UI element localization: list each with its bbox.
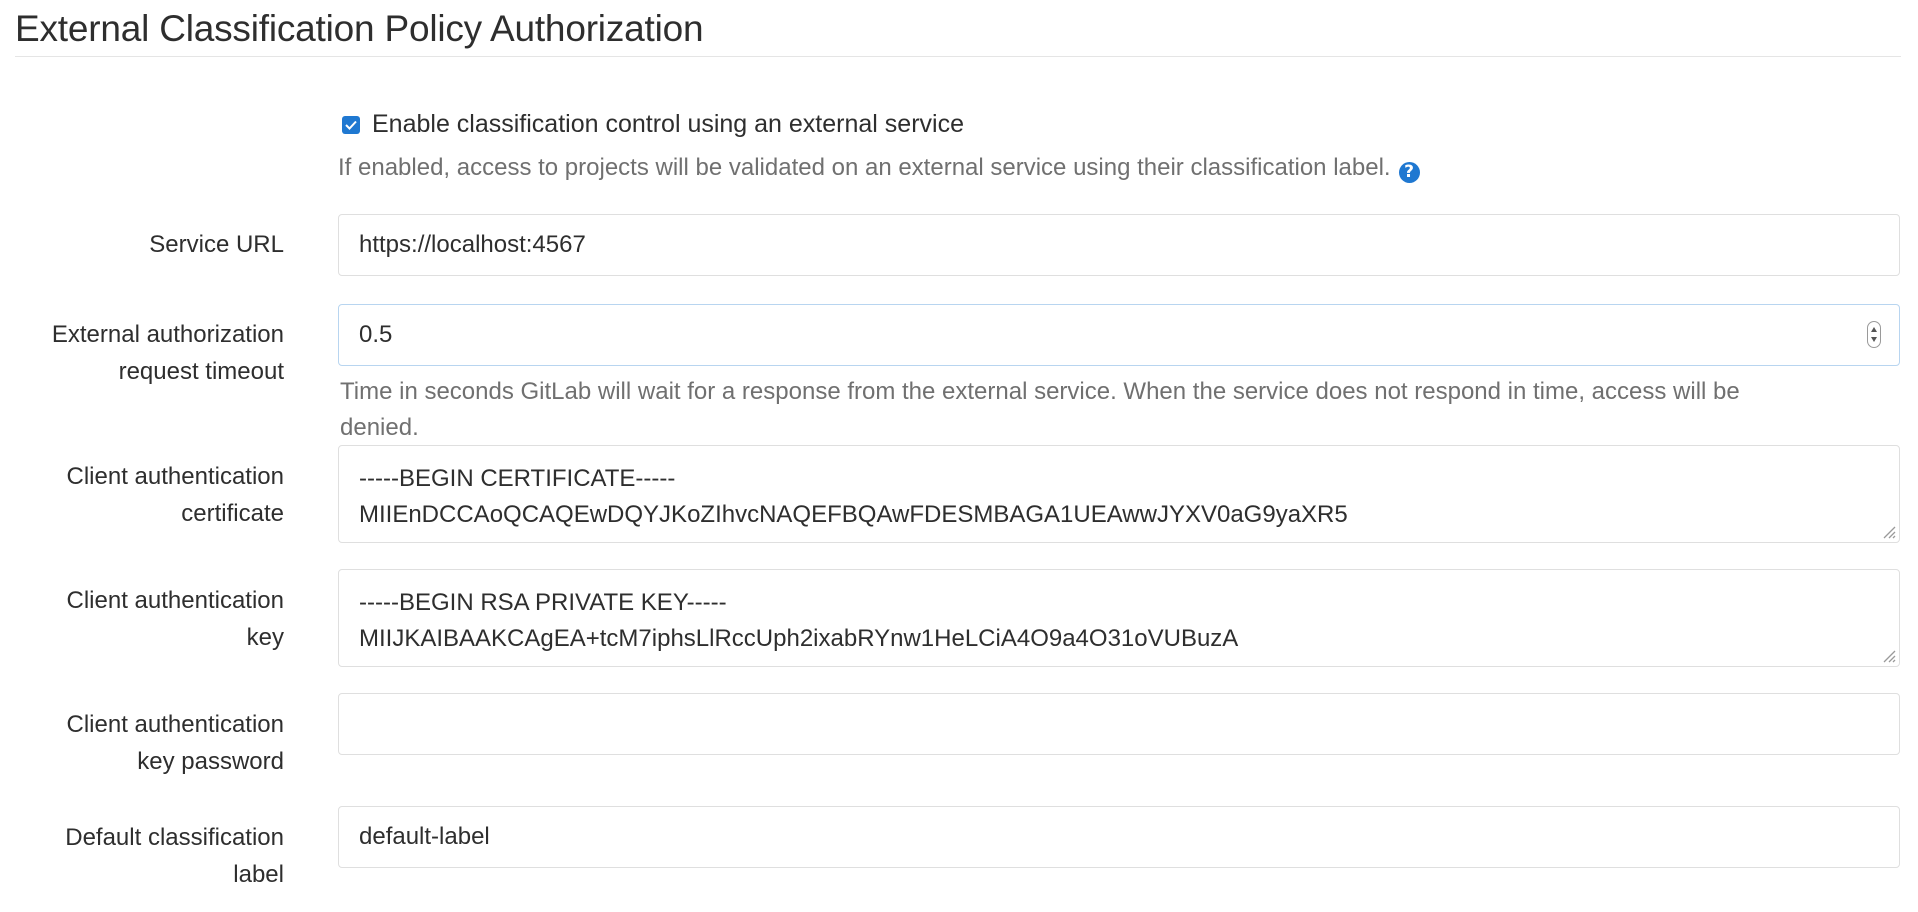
default-label-value: default-label — [359, 823, 490, 850]
key-line1: -----BEGIN RSA PRIVATE KEY----- — [359, 589, 727, 616]
certificate-label-line2: certificate — [181, 500, 284, 527]
stepper-down-icon[interactable] — [1871, 337, 1877, 342]
key-line2: MIIJKAIBAAKCAgEA+tcM7iphsLlRccUph2ixabRY… — [359, 625, 1239, 652]
check-icon — [345, 120, 357, 130]
question-circle-icon[interactable]: ? — [1398, 161, 1420, 183]
default-label-label-line2: label — [233, 861, 284, 888]
timeout-help-line1: Time in seconds GitLab will wait for a r… — [340, 378, 1740, 405]
service-url-value: https://localhost:4567 — [359, 231, 586, 258]
title-divider — [15, 56, 1901, 57]
certificate-line1: -----BEGIN CERTIFICATE----- — [359, 465, 676, 492]
certificate-label: Client authentication certificate — [67, 458, 284, 532]
key-label: Client authentication key — [67, 582, 284, 656]
service-url-input[interactable]: https://localhost:4567 — [338, 214, 1900, 276]
certificate-label-line1: Client authentication — [66, 463, 284, 490]
key-label-line1: Client authentication — [66, 587, 284, 614]
enable-classification-checkbox[interactable] — [342, 115, 360, 134]
timeout-stepper[interactable] — [1867, 321, 1881, 348]
resize-handle-icon[interactable] — [1878, 645, 1896, 663]
enable-classification-row[interactable]: Enable classification control using an e… — [342, 110, 964, 139]
page-title: External Classification Policy Authoriza… — [15, 8, 704, 49]
key-label-line2: key — [246, 624, 284, 651]
enable-classification-label[interactable]: Enable classification control using an e… — [372, 110, 964, 139]
certificate-line2: MIIEnDCCAoQCAQEwDQYJKoZIhvcNAQEFBQAwFDES… — [359, 501, 1348, 528]
key-password-input[interactable] — [338, 693, 1900, 755]
key-password-label: Client authentication key password — [67, 706, 284, 780]
service-url-label: Service URL — [149, 231, 284, 258]
timeout-label: External authorization request timeout — [52, 316, 284, 390]
timeout-help: Time in seconds GitLab will wait for a r… — [340, 374, 1900, 446]
timeout-label-line2: request timeout — [118, 358, 284, 385]
timeout-help-line2: denied. — [340, 414, 419, 441]
timeout-input[interactable]: 0.5 — [338, 304, 1900, 366]
timeout-label-line1: External authorization — [51, 321, 284, 348]
timeout-value: 0.5 — [359, 321, 393, 348]
enable-classification-help: If enabled, access to projects will be v… — [338, 150, 1420, 186]
enable-help-text: If enabled, access to projects will be v… — [338, 154, 1391, 181]
stepper-up-icon[interactable] — [1871, 327, 1877, 332]
resize-handle-icon[interactable] — [1878, 521, 1896, 539]
default-label-input[interactable]: default-label — [338, 806, 1900, 868]
key-password-label-line1: Client authentication — [66, 711, 284, 738]
key-password-label-line2: key password — [137, 748, 284, 775]
default-label-label: Default classification label — [65, 819, 284, 893]
default-label-label-line1: Default classification — [65, 824, 284, 851]
key-textarea[interactable]: -----BEGIN RSA PRIVATE KEY----- MIIJKAIB… — [338, 569, 1900, 667]
certificate-textarea[interactable]: -----BEGIN CERTIFICATE----- MIIEnDCCAoQC… — [338, 445, 1900, 543]
